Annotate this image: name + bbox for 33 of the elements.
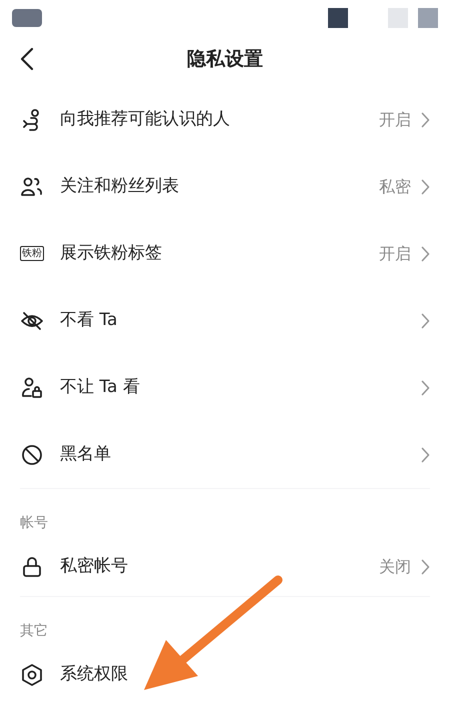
page-title: 隐私设置 — [187, 46, 263, 72]
setting-label[interactable]: 系统权限 — [60, 662, 430, 688]
chevron-icon[interactable] — [421, 446, 430, 462]
section-header: 帐号 — [20, 514, 49, 533]
setting-label[interactable]: 黑名单 — [60, 442, 421, 468]
person-lock-icon — [20, 376, 44, 400]
setting-label[interactable]: 不看 Ta — [60, 308, 421, 334]
setting-value: 私密 — [379, 176, 411, 198]
setting-value: 开启 — [379, 242, 411, 264]
setting-value: 关闭 — [379, 556, 411, 578]
back-icon[interactable] — [20, 47, 34, 71]
chevron-icon[interactable] — [421, 246, 430, 262]
block-icon — [20, 442, 44, 466]
section-header: 其它 — [20, 622, 49, 641]
chevron-icon[interactable] — [421, 380, 430, 396]
hexagon-icon — [20, 663, 44, 687]
lock-icon — [20, 555, 44, 579]
status-block — [328, 8, 348, 28]
people-icon — [20, 174, 44, 198]
status-block — [388, 8, 408, 28]
setting-label[interactable]: 向我推荐可能认识的人 — [60, 106, 379, 132]
setting-label[interactable]: 关注和粉丝列表 — [60, 174, 379, 200]
setting-label[interactable]: 展示铁粉标签 — [60, 240, 379, 266]
chevron-icon[interactable] — [421, 178, 430, 194]
chevron-icon[interactable] — [421, 559, 430, 575]
setting-value: 开启 — [379, 108, 411, 130]
chevron-icon[interactable] — [421, 112, 430, 128]
setting-label[interactable]: 不让 Ta 看 — [60, 374, 421, 400]
status-block — [418, 8, 438, 28]
fan-badge-icon: 铁粉 — [20, 246, 44, 261]
setting-label[interactable]: 私密帐号 — [60, 554, 379, 580]
status-block — [12, 9, 42, 27]
chevron-icon[interactable] — [421, 312, 430, 328]
